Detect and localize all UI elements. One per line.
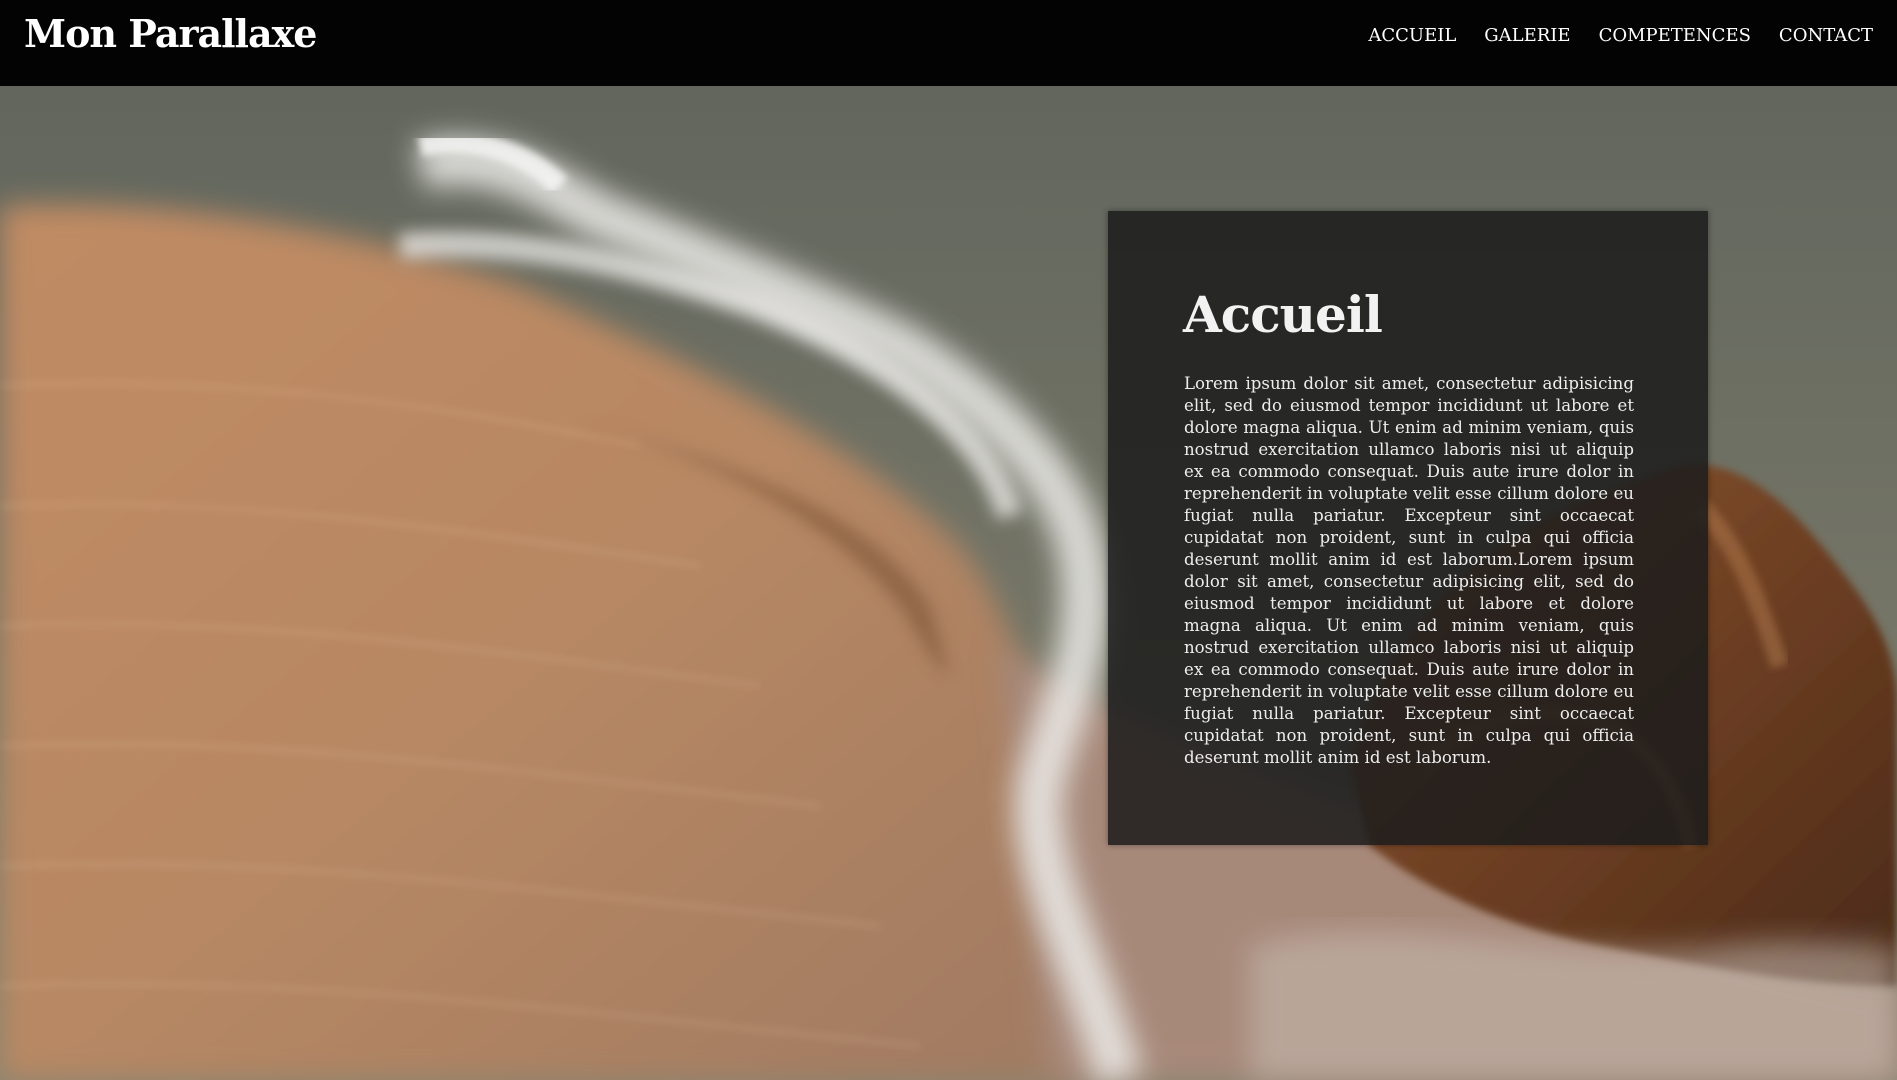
nav-link-contact[interactable]: CONTACT (1765, 24, 1887, 48)
section-title: Accueil (1183, 285, 1383, 344)
nav-link-galerie[interactable]: GALERIE (1470, 24, 1584, 48)
section-body-text: Lorem ipsum dolor sit amet, consectetur … (1184, 374, 1634, 767)
main-nav: ACCUEIL GALERIE COMPETENCES CONTACT (1354, 24, 1887, 48)
nav-link-accueil[interactable]: ACCUEIL (1354, 24, 1470, 48)
hero-section: Accueil Lorem ipsum dolor sit amet, cons… (0, 86, 1897, 1080)
content-panel: Accueil Lorem ipsum dolor sit amet, cons… (1108, 211, 1708, 845)
top-navbar: Mon Parallaxe ACCUEIL GALERIE COMPETENCE… (0, 0, 1897, 86)
site-logo[interactable]: Mon Parallaxe (24, 10, 317, 58)
nav-link-competences[interactable]: COMPETENCES (1585, 24, 1765, 48)
